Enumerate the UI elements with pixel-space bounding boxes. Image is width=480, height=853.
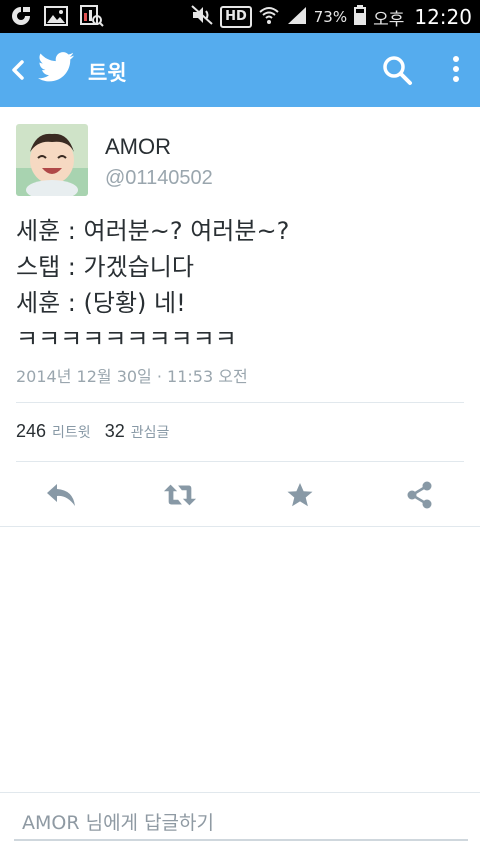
divider bbox=[0, 526, 480, 527]
page-title: 트윗 bbox=[88, 61, 127, 85]
battery-icon bbox=[353, 4, 367, 30]
status-time: 12:20 bbox=[414, 5, 472, 29]
twitter-bird-icon bbox=[38, 52, 74, 84]
screenshot-icon bbox=[80, 5, 104, 31]
favorite-button[interactable] bbox=[283, 480, 317, 510]
search-icon bbox=[383, 56, 412, 85]
reply-input[interactable] bbox=[14, 807, 468, 841]
tweet-timestamp: 2014년 12월 30일 · 11:53 오전 bbox=[16, 367, 248, 386]
tweet-stats: 246 리트윗 32 관심글 bbox=[16, 421, 183, 442]
tweet-line: 세훈 : (당황) 네! bbox=[16, 289, 186, 317]
tweet-actions bbox=[0, 472, 480, 518]
share-button[interactable] bbox=[403, 480, 437, 510]
gallery-icon bbox=[44, 6, 68, 30]
divider bbox=[16, 461, 464, 462]
app-bar: 트윗 bbox=[0, 33, 480, 107]
reply-composer bbox=[0, 792, 480, 853]
tweet-line: 세훈 : 여러분~? 여러분~? bbox=[16, 217, 290, 245]
divider bbox=[16, 402, 464, 403]
app-notification-icon bbox=[10, 5, 32, 31]
retweet-label[interactable]: 리트윗 bbox=[52, 422, 91, 442]
reply-button[interactable] bbox=[44, 480, 78, 510]
more-vertical-icon bbox=[453, 56, 459, 82]
favorite-label[interactable]: 관심글 bbox=[131, 422, 170, 442]
overflow-menu-button[interactable] bbox=[446, 53, 466, 87]
user-name[interactable]: AMOR bbox=[105, 134, 171, 160]
search-button[interactable] bbox=[380, 53, 414, 87]
avatar[interactable] bbox=[16, 124, 88, 196]
tweet-line: ㅋㅋㅋㅋㅋㅋㅋㅋㅋㅋ bbox=[16, 325, 237, 353]
status-ampm: 오후 bbox=[373, 9, 405, 30]
reply-icon bbox=[47, 484, 75, 506]
status-bar: HD 73% 오후 12:20 bbox=[0, 0, 480, 33]
battery-percent: 73% bbox=[313, 8, 348, 26]
retweet-count[interactable]: 246 bbox=[16, 421, 46, 442]
signal-icon bbox=[286, 5, 308, 29]
wifi-icon bbox=[258, 4, 280, 30]
retweet-button[interactable] bbox=[163, 480, 197, 510]
star-icon bbox=[287, 483, 313, 507]
user-handle[interactable]: @01140502 bbox=[105, 167, 213, 190]
mute-icon bbox=[190, 4, 214, 30]
tweet-line: 스탭 : 가겠습니다 bbox=[16, 253, 194, 281]
retweet-icon bbox=[163, 484, 197, 506]
share-icon bbox=[407, 481, 432, 509]
favorite-count[interactable]: 32 bbox=[105, 421, 125, 442]
chevron-left-icon bbox=[12, 60, 24, 80]
hd-badge: HD bbox=[220, 6, 252, 28]
back-button[interactable] bbox=[8, 55, 28, 85]
tweet-text: 세훈 : 여러분~? 여러분~? 스탭 : 가겠습니다 세훈 : (당황) 네!… bbox=[16, 213, 466, 357]
